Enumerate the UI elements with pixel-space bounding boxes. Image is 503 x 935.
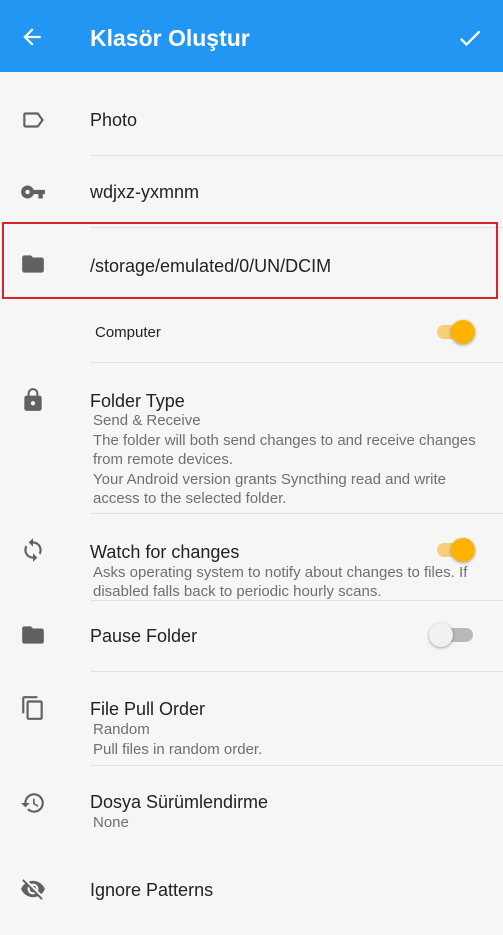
folder-label-row[interactable]: Photo bbox=[0, 84, 503, 156]
watch-changes-toggle[interactable] bbox=[435, 535, 479, 565]
pull-order-value: Random bbox=[93, 721, 150, 738]
toggle-thumb bbox=[451, 538, 475, 562]
toggle-thumb bbox=[429, 623, 453, 647]
toggle-thumb bbox=[451, 320, 475, 344]
pause-folder-toggle[interactable] bbox=[429, 620, 479, 650]
folder-id-row[interactable]: wdjxz-yxmnm bbox=[0, 156, 503, 228]
folder-type-desc-2: from remote devices. bbox=[93, 451, 234, 468]
check-icon[interactable] bbox=[456, 24, 484, 52]
pull-order-title: File Pull Order bbox=[90, 699, 206, 719]
visibility-off-icon bbox=[20, 876, 46, 902]
sync-icon bbox=[20, 537, 46, 563]
pull-order-desc: Pull files in random order. bbox=[93, 741, 263, 758]
watch-changes-desc-2: disabled falls back to periodic hourly s… bbox=[93, 583, 382, 600]
folder-type-desc-1: The folder will both send changes to and… bbox=[93, 432, 476, 449]
selection-highlight bbox=[2, 222, 498, 299]
watch-changes-desc-1: Asks operating system to notify about ch… bbox=[93, 564, 468, 581]
versioning-value: None bbox=[93, 814, 129, 831]
ignore-patterns-row[interactable]: Ignore Patterns bbox=[0, 850, 503, 930]
folder-type-desc-3: Your Android version grants Syncthing re… bbox=[93, 471, 446, 488]
watch-changes-title: Watch for changes bbox=[90, 542, 240, 562]
watch-changes-row[interactable]: Watch for changes Asks operating system … bbox=[0, 514, 503, 600]
folder-type-desc-4: access to the selected folder. bbox=[93, 490, 287, 507]
label-icon bbox=[20, 107, 46, 133]
app-bar: Klasör Oluştur bbox=[0, 0, 503, 72]
ignore-patterns-title: Ignore Patterns bbox=[90, 880, 214, 900]
folder-type-row[interactable]: Folder Type Send & Receive The folder wi… bbox=[0, 363, 503, 513]
lock-icon bbox=[20, 387, 46, 413]
device-share-row[interactable]: Computer bbox=[0, 300, 503, 362]
copy-icon bbox=[20, 695, 46, 721]
key-icon bbox=[20, 179, 46, 205]
folder-label-input[interactable]: Photo bbox=[90, 109, 137, 131]
folder-id-input[interactable]: wdjxz-yxmnm bbox=[90, 181, 199, 203]
device-name: Computer bbox=[95, 324, 161, 341]
arrow-back-icon[interactable] bbox=[19, 24, 45, 50]
folder-icon bbox=[20, 622, 46, 648]
folder-type-title: Folder Type bbox=[90, 391, 185, 411]
pull-order-row[interactable]: File Pull Order Random Pull files in ran… bbox=[0, 672, 503, 765]
page-title: Klasör Oluştur bbox=[90, 25, 250, 51]
pause-folder-row[interactable]: Pause Folder bbox=[0, 601, 503, 671]
pause-folder-title: Pause Folder bbox=[90, 626, 198, 646]
folder-type-value: Send & Receive bbox=[93, 412, 201, 429]
device-share-toggle[interactable] bbox=[435, 317, 479, 347]
versioning-row[interactable]: Dosya Sürümlendirme None bbox=[0, 766, 503, 846]
history-icon bbox=[20, 790, 46, 816]
versioning-title: Dosya Sürümlendirme bbox=[90, 792, 269, 812]
